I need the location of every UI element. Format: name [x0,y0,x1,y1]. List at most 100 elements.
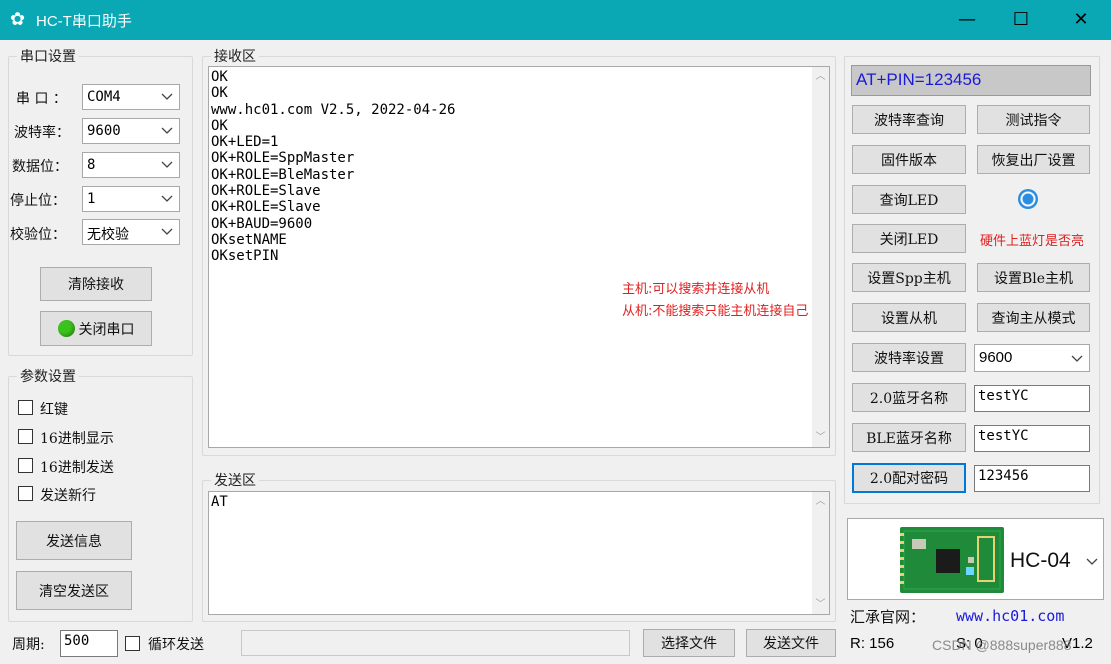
receive-line: OK+ROLE=SppMaster [211,150,355,167]
window-title: HC-T串口助手 [36,13,132,30]
maximize-button[interactable]: ☐ [994,0,1048,40]
receive-line: OK+ROLE=Slave [211,183,321,200]
receive-line: www.hc01.com V2.5, 2022-04-26 [211,101,456,118]
receive-scrollbar[interactable]: ︿ ﹀ [812,67,829,447]
send-file-button[interactable]: 发送文件 [746,629,836,657]
scroll-down-icon[interactable]: ﹀ [815,432,826,443]
parity-select[interactable]: 无校验 [82,219,180,245]
period-label: 周期: [12,637,45,653]
bt-name-20-button[interactable]: 2.0蓝牙名称 [852,383,966,412]
option-hex-display-label: 16进制显示 [40,431,114,447]
chevron-down-icon [1086,558,1098,565]
port-select[interactable]: COM4 [82,84,180,110]
led-hint: 硬件上蓝灯是否亮 [980,234,1085,249]
firmware-version-button[interactable]: 固件版本 [852,145,966,174]
website-label: 汇承官网： [850,608,926,626]
baud-set-button[interactable]: 波特率设置 [852,343,966,372]
scroll-up-icon[interactable]: ︿ [815,71,826,82]
option-red-key-checkbox[interactable] [18,400,33,415]
option-hex-send-label: 16进制发送 [40,460,114,476]
set-ble-master-button[interactable]: 设置Ble主机 [977,263,1090,292]
loop-send-checkbox[interactable] [125,636,140,651]
option-red-key-label: 红键 [40,402,68,418]
pair-pin-20-button[interactable]: 2.0配对密码 [852,463,966,493]
minimize-button[interactable]: — [940,0,994,40]
option-hex-display-checkbox[interactable] [18,429,33,444]
send-text: AT [211,494,228,510]
scroll-up-icon[interactable]: ︿ [815,496,826,507]
select-file-button[interactable]: 选择文件 [643,629,735,657]
port-status-led [57,320,75,337]
send-info-button[interactable]: 发送信息 [16,521,132,560]
receive-line: OK+ROLE=BleMaster [211,166,355,183]
port-select-value: COM4 [87,89,121,105]
set-spp-master-button[interactable]: 设置Spp主机 [852,263,966,292]
option-send-newline-label: 发送新行 [40,488,96,504]
close-port-button[interactable]: 关闭串口 [40,311,152,346]
receive-textarea[interactable]: OK OK www.hc01.com V2.5, 2022-04-26 OK OK+LE… [208,66,830,448]
databits-select-value: 8 [87,157,96,173]
module-select[interactable]: HC-04 [847,518,1104,600]
baud-query-button[interactable]: 波特率查询 [852,105,966,134]
website-link[interactable]: www.hc01.com [956,607,1064,625]
clear-receive-button[interactable]: 清除接收 [40,267,152,301]
test-command-button[interactable]: 测试指令 [977,105,1090,134]
send-legend: 发送区 [214,473,256,489]
stopbits-select[interactable]: 1 [82,186,180,212]
hc04-module-image [900,527,1004,593]
stopbits-label: 停止位： [10,193,66,209]
stopbits-select-value: 1 [87,191,96,207]
close-button[interactable]: ✕ [1054,0,1108,40]
receive-line: OK+ROLE=Slave [211,199,321,216]
chevron-down-icon [161,93,173,100]
chevron-down-icon [161,228,173,235]
receive-line: OK [211,69,228,85]
master-note: 主机:可以搜索并连接从机 [622,282,770,297]
rx-count: R: 156 [850,635,895,652]
watermark: CSDN @888super888 [932,637,1072,653]
gear-icon: ✿ [10,9,26,30]
receive-lines: OK OK www.hc01.com V2.5, 2022-04-26 OK OK+LE… [209,67,829,267]
send-textarea[interactable]: AT ︿ ﹀ [208,491,830,615]
query-led-button[interactable]: 查询LED [852,185,966,214]
scroll-down-icon[interactable]: ﹀ [815,599,826,610]
set-slave-button[interactable]: 设置从机 [852,303,966,332]
title-bar[interactable]: ✿ HC-T串口助手 — ☐ ✕ [0,0,1111,40]
option-hex-send-checkbox[interactable] [18,458,33,473]
close-led-button[interactable]: 关闭LED [852,224,966,253]
loop-send-label: 循环发送 [148,637,204,653]
chevron-down-icon [161,127,173,134]
slave-note: 从机:不能搜索只能主机连接自己 [622,304,809,319]
baud-label: 波特率： [14,125,70,141]
ble-name-input[interactable]: testYC [974,425,1090,452]
baud-set-select[interactable]: 9600 [974,344,1090,372]
port-label: 串 口 ： [16,91,67,107]
send-scrollbar[interactable]: ︿ ﹀ [812,492,829,614]
baud-select-value: 9600 [87,123,121,139]
databits-label: 数据位： [12,159,68,175]
receive-line: OKsetNAME [211,231,287,248]
parity-label: 校验位： [10,227,66,243]
databits-select[interactable]: 8 [82,152,180,178]
baud-set-select-value: 9600 [979,349,1013,366]
option-send-newline-checkbox[interactable] [18,486,33,501]
receive-legend: 接收区 [214,49,256,65]
param-settings-legend: 参数设置 [20,369,76,385]
led-status-indicator [1018,189,1038,209]
baud-select[interactable]: 9600 [82,118,180,144]
ble-name-button[interactable]: BLE蓝牙名称 [852,423,966,452]
receive-line: OK [211,117,228,134]
close-port-label: 关闭串口 [78,321,135,338]
period-input[interactable]: 500 [60,630,118,657]
query-mode-button[interactable]: 查询主从模式 [977,303,1090,332]
pair-pin-input[interactable]: 123456 [974,465,1090,492]
chevron-down-icon [161,195,173,202]
receive-line: OK+LED=1 [211,134,279,151]
receive-line: OK+BAUD=9600 [211,215,313,232]
bt-name-20-input[interactable]: testYC [974,385,1090,412]
receive-line: OKsetPIN [211,248,279,265]
serial-settings-legend: 串口设置 [20,49,76,65]
factory-reset-button[interactable]: 恢复出厂设置 [977,145,1090,174]
clear-send-button[interactable]: 清空发送区 [16,571,132,610]
file-path-input[interactable] [241,630,630,656]
